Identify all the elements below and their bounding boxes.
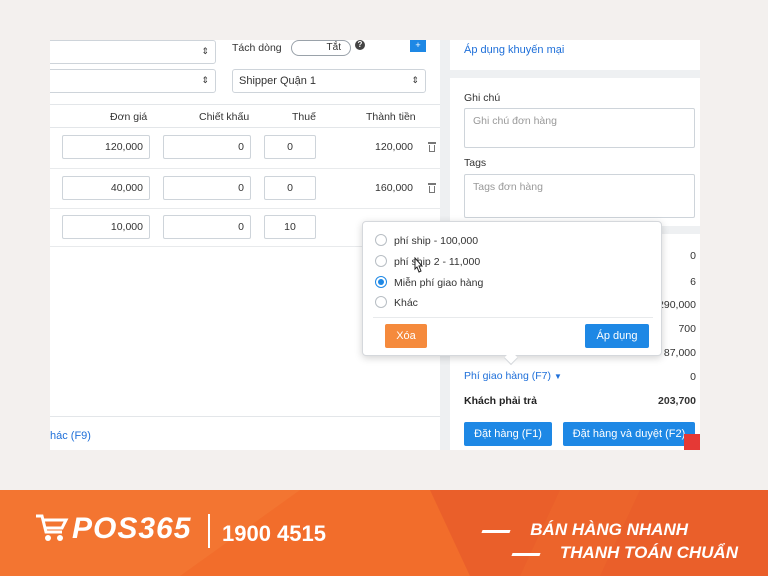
row1-total: 120,000	[375, 141, 413, 153]
row1-price-input[interactable]: 120,000	[62, 135, 150, 159]
row2-total: 160,000	[375, 182, 413, 194]
shipping-fee-dropdown[interactable]: Phí giao hàng (F7) ▼	[464, 370, 562, 382]
toggle-knob	[294, 42, 306, 54]
customer-pays-label: Khách phải trả	[464, 395, 537, 407]
header-total: Thành tiền	[366, 111, 416, 123]
banner-divider	[208, 514, 210, 548]
shipping-option-label: phí ship - 100,000	[394, 235, 479, 247]
top-left-select[interactable]: ⇕	[50, 40, 216, 64]
row1-discount-input[interactable]: 0	[163, 135, 251, 159]
brand-logo-text: POS365	[72, 512, 192, 545]
add-button[interactable]: +	[410, 40, 426, 52]
red-corner-badge	[684, 434, 700, 450]
chevron-updown-icon: ⇕	[201, 46, 209, 56]
trash-icon[interactable]	[428, 183, 436, 193]
mid-left-select[interactable]: ⇕	[50, 69, 216, 93]
place-and-approve-button[interactable]: Đặt hàng và duyệt (F2)	[563, 422, 695, 446]
question-icon[interactable]: ?	[355, 40, 365, 50]
clear-button[interactable]: Xóa	[385, 324, 427, 348]
tags-label: Tags	[464, 157, 487, 169]
shipping-option-selected[interactable]: Miễn phí giao hàng	[375, 276, 484, 291]
slogan-stroke	[481, 530, 511, 533]
header-unit-price: Đơn giá	[110, 111, 148, 123]
row2-price-input[interactable]: 40,000	[62, 176, 150, 200]
shipper-select-value: Shipper Quận 1	[239, 75, 317, 87]
row1-tax-input[interactable]: 0	[264, 135, 316, 159]
row3-price-input[interactable]: 10,000	[62, 215, 150, 239]
mouse-cursor-icon	[414, 257, 424, 273]
row3-discount-input[interactable]: 0	[163, 215, 251, 239]
apply-promotion-link[interactable]: Áp dụng khuyến mại	[464, 44, 564, 56]
items-table-header: Đơn giá Chiết khấu Thuế Thành tiền	[50, 104, 440, 128]
radio-icon	[375, 296, 387, 309]
other-footer-link[interactable]: hác (F9)	[50, 430, 91, 442]
pos-screenshot: ⇕ Tách dòng Tắt ? + ⇕ Shipper Quận 1 ⇕ Đ…	[50, 40, 700, 450]
toggle-state-text: Tắt	[326, 42, 341, 53]
shipping-option-label: Miễn phí giao hàng	[394, 277, 484, 289]
section-divider	[450, 70, 700, 78]
summary-value: 0	[690, 250, 696, 262]
slogan-stroke	[511, 553, 541, 556]
customer-pays-value: 203,700	[658, 395, 696, 407]
cart-logo-icon	[36, 514, 69, 541]
caret-down-icon: ▼	[553, 372, 562, 381]
split-line-label: Tách dòng	[232, 42, 282, 54]
row3-tax-input[interactable]: 10	[264, 215, 316, 239]
popover-divider	[373, 317, 653, 318]
slogan-line-2: THANH TOÁN CHUẨN	[559, 543, 738, 562]
row2-discount-input[interactable]: 0	[163, 176, 251, 200]
chevron-updown-icon: ⇕	[411, 75, 419, 85]
brand-banner: POS365 1900 4515 BÁN HÀNG NHANH THANH TO…	[0, 490, 768, 576]
radio-icon	[375, 234, 387, 247]
shipping-option-label: phí ship 2 - 11,000	[394, 256, 481, 268]
shipping-option[interactable]: phí ship 2 - 11,000	[375, 255, 481, 270]
radio-checked-icon	[375, 276, 387, 289]
header-tax: Thuế	[292, 111, 316, 123]
summary-value: 290,000	[658, 299, 696, 311]
note-textarea[interactable]: Ghi chú đơn hàng	[464, 108, 695, 148]
summary-value: 6	[690, 276, 696, 288]
row2-tax-input[interactable]: 0	[264, 176, 316, 200]
place-order-button[interactable]: Đặt hàng (F1)	[464, 422, 552, 446]
shipping-option-label: Khác	[394, 297, 418, 309]
summary-value: 700	[678, 323, 696, 335]
radio-icon	[375, 255, 387, 268]
split-line-toggle[interactable]: Tắt	[291, 40, 351, 56]
chevron-updown-icon: ⇕	[201, 75, 209, 85]
slogan-line-1: BÁN HÀNG NHANH	[530, 520, 688, 539]
shipping-option[interactable]: Khác	[375, 296, 418, 311]
shipping-fee-value: 0	[690, 371, 696, 383]
row-divider	[50, 208, 440, 209]
shipping-fee-popover: phí ship - 100,000 phí ship 2 - 11,000 M…	[362, 221, 662, 366]
trash-icon[interactable]	[428, 142, 436, 152]
shipping-option[interactable]: phí ship - 100,000	[375, 234, 479, 249]
header-discount: Chiết khấu	[199, 111, 250, 123]
hotline-number: 1900 4515	[222, 521, 326, 546]
tags-input[interactable]: Tags đơn hàng	[464, 174, 695, 218]
shipper-select[interactable]: Shipper Quận 1 ⇕	[232, 69, 426, 93]
row-divider	[50, 168, 440, 169]
shipping-fee-label: Phí giao hàng (F7)	[464, 370, 551, 382]
note-label: Ghi chú	[464, 92, 501, 104]
apply-button[interactable]: Áp dụng	[585, 324, 649, 348]
summary-value: 87,000	[663, 347, 696, 359]
footer-divider	[50, 416, 440, 417]
